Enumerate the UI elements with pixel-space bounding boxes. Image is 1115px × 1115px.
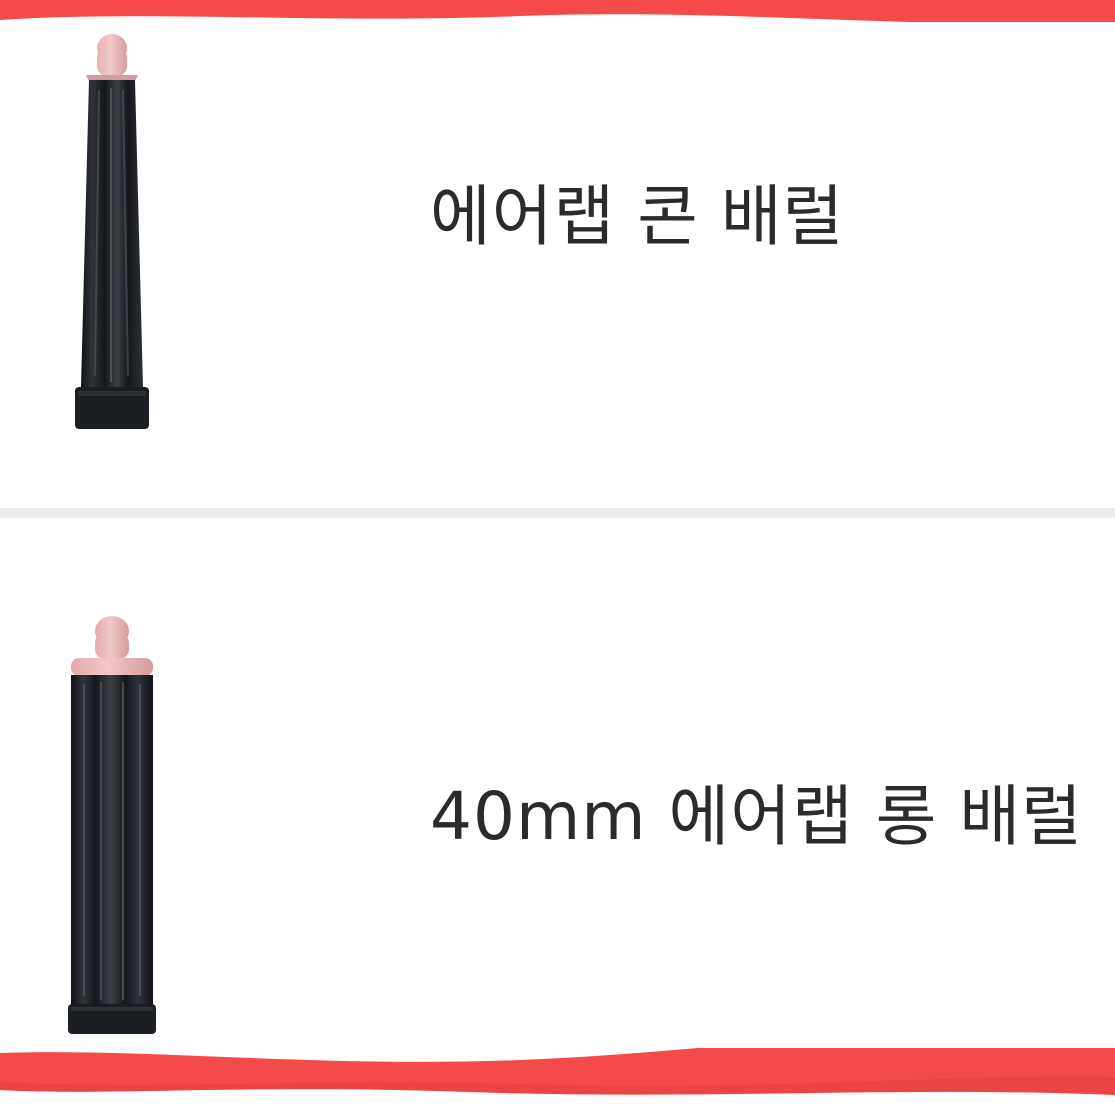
long-barrel-icon — [68, 616, 156, 1034]
long-barrel-label: 40mm 에어랩 롱 배럴 — [430, 778, 1083, 855]
cone-barrel-icon — [75, 34, 149, 429]
product-image: 에어랩 콘 배럴 40mm 에어랩 롱 배럴 — [0, 0, 1115, 1115]
top-ribbon — [0, 0, 1115, 24]
long-barrel-card: 40mm 에어랩 롱 배럴 — [0, 518, 1115, 1048]
cone-barrel-label: 에어랩 콘 배럴 — [430, 178, 845, 255]
cone-barrel-card: 에어랩 콘 배럴 — [0, 22, 1115, 508]
section-divider — [0, 508, 1115, 518]
